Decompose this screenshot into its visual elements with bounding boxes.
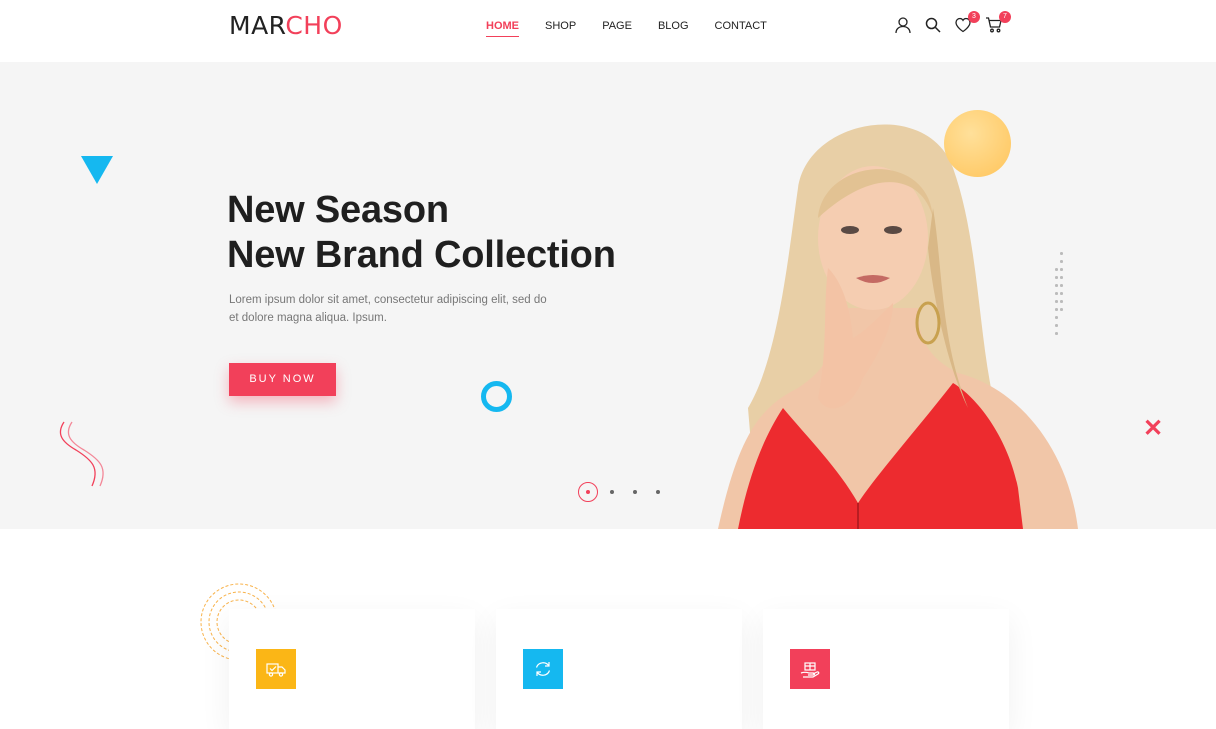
main-nav: HOME SHOP PAGE BLOG CONTACT	[486, 18, 793, 37]
hero-title-line2: New Brand Collection	[227, 234, 616, 276]
refresh-icon	[523, 649, 563, 689]
nav-shop[interactable]: SHOP	[545, 18, 576, 34]
yellow-circle-shape	[944, 110, 1011, 177]
search-icon[interactable]	[924, 16, 942, 34]
hero-description: Lorem ipsum dolor sit amet, consectetur …	[229, 294, 547, 324]
feature-card-delivery[interactable]	[229, 609, 475, 729]
hero-model-image	[718, 124, 1078, 529]
logo-text-accent: CHO	[285, 11, 343, 40]
nav-blog[interactable]: BLOG	[658, 18, 689, 34]
cart-count-badge: 7	[999, 11, 1011, 23]
cart-icon[interactable]: 7	[985, 11, 1011, 34]
heart-icon[interactable]: 3	[954, 11, 980, 34]
wishlist-count-badge: 3	[968, 11, 980, 23]
nav-home[interactable]: HOME	[486, 18, 519, 37]
delivery-truck-icon	[256, 649, 296, 689]
slider-dot-4[interactable]	[656, 490, 660, 494]
feature-card-return[interactable]	[496, 609, 742, 729]
slider-dot-1[interactable]	[578, 482, 598, 502]
hero-title: New Season New Brand Collection	[227, 188, 616, 278]
gift-hand-icon	[790, 649, 830, 689]
ring-shape	[481, 381, 512, 412]
close-x-shape: ✕	[1143, 415, 1164, 442]
user-icon[interactable]	[894, 16, 912, 34]
slider-dot-2[interactable]	[610, 490, 614, 494]
dots-pattern	[1053, 252, 1065, 342]
slider-dot-3[interactable]	[633, 490, 637, 494]
hero-banner: New Season New Brand Collection Lorem ip…	[0, 62, 1216, 529]
slider-pagination	[578, 482, 679, 502]
triangle-shape	[81, 156, 113, 184]
site-header: MARCHO HOME SHOP PAGE BLOG CONTACT 3 7	[0, 0, 1216, 62]
buy-now-button[interactable]: BUY NOW	[229, 363, 336, 396]
logo[interactable]: MARCHO	[229, 13, 343, 39]
nav-page[interactable]: PAGE	[602, 18, 632, 34]
feature-card-gift[interactable]	[763, 609, 1009, 729]
logo-text-dark: MAR	[229, 11, 286, 40]
hero-title-line1: New Season	[227, 189, 449, 231]
nav-contact[interactable]: CONTACT	[715, 18, 767, 34]
squiggle-shape	[59, 421, 104, 487]
